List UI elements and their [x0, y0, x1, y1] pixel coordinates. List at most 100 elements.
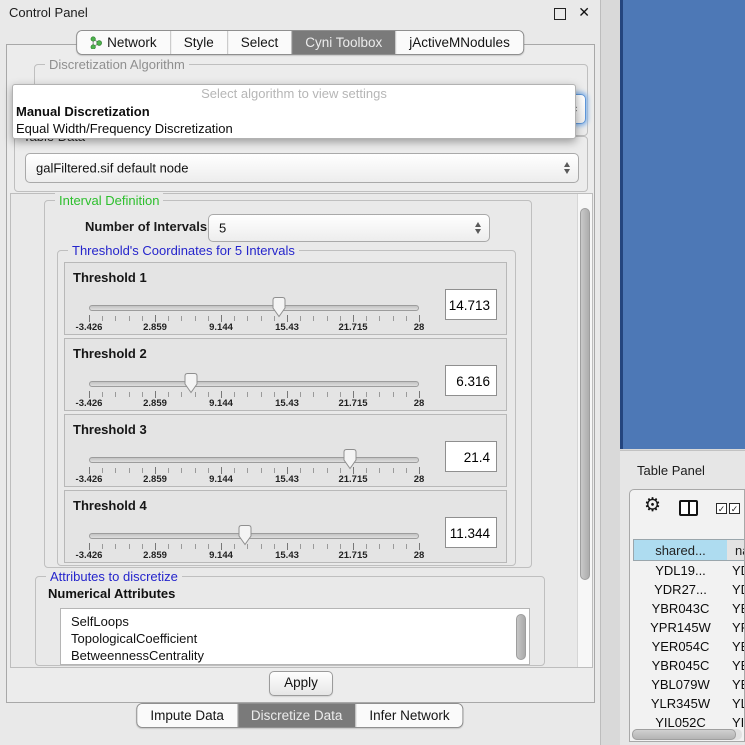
- table-settings-gear-icon[interactable]: ⚙: [644, 496, 661, 515]
- horizontal-scrollbar-thumb[interactable]: [632, 729, 736, 740]
- slider-tick: [406, 544, 407, 549]
- slider-tick: [313, 544, 314, 549]
- slider-tick-label: 21.715: [338, 550, 367, 561]
- table-panel-title: Table Panel: [637, 463, 705, 478]
- close-panel-icon[interactable]: ✕: [578, 4, 590, 21]
- control-panel: Control Panel ✕ NetworkStyleSelectCyni T…: [0, 0, 601, 745]
- table-data-group: Table Data galFiltered.sif default node: [14, 136, 588, 192]
- threshold-slider-track[interactable]: [89, 457, 419, 463]
- combo-stepper-icon: [475, 222, 481, 234]
- slider-tick-label: 2.859: [143, 474, 167, 485]
- vertical-scrollbar-track[interactable]: [577, 194, 592, 667]
- tab-jactivemnodules[interactable]: jActiveMNodules: [395, 31, 523, 54]
- cell-shared-name[interactable]: YDR27...: [633, 580, 728, 599]
- interval-definition-label: Interval Definition: [55, 193, 163, 208]
- threshold-slider-track[interactable]: [89, 381, 419, 387]
- apply-button[interactable]: Apply: [269, 671, 333, 696]
- threshold-value-field[interactable]: 6.316: [445, 365, 497, 396]
- select-columns-icon[interactable]: ✓: [716, 503, 727, 514]
- slider-tick-label: 15.43: [275, 398, 299, 409]
- tab-cyni-toolbox[interactable]: Cyni Toolbox: [291, 31, 395, 54]
- dropdown-item-equal-width[interactable]: Equal Width/Frequency Discretization: [13, 120, 575, 137]
- tab-label: Style: [184, 35, 214, 50]
- dropdown-prompt-item[interactable]: Select algorithm to view settings: [13, 85, 575, 103]
- tab-network[interactable]: Network: [77, 31, 170, 54]
- tab-discretize-data[interactable]: Discretize Data: [237, 704, 356, 727]
- horizontal-scrollbar-track[interactable]: [632, 729, 742, 740]
- threshold-value-field[interactable]: 11.344: [445, 517, 497, 548]
- slider-tick: [327, 316, 328, 321]
- column-header-name[interactable]: na: [727, 539, 745, 561]
- table-row[interactable]: YPR145W YPR1: [633, 618, 745, 637]
- tab-style[interactable]: Style: [170, 31, 227, 54]
- slider-tick: [195, 468, 196, 473]
- attribute-item[interactable]: TopologicalCoefficient: [61, 630, 529, 647]
- dropdown-item-manual-discretization[interactable]: Manual Discretization: [13, 103, 575, 120]
- cell-shared-name[interactable]: YBL079W: [633, 675, 728, 694]
- float-panel-icon[interactable]: [554, 8, 566, 20]
- cell-name[interactable]: YPR1: [732, 618, 745, 637]
- slider-tick: [261, 544, 262, 549]
- table-row[interactable]: YDL19... YDL1: [633, 561, 745, 580]
- cell-name[interactable]: YBR0: [732, 656, 745, 675]
- attribute-item[interactable]: SelfLoops: [61, 609, 529, 630]
- table-panel: Table Panel ⚙ ✓ ✓ shared...na YDL19...YD…: [620, 450, 745, 745]
- threshold-slider-thumb[interactable]: [183, 372, 199, 394]
- slider-tick: [406, 468, 407, 473]
- column-layout-icon[interactable]: [679, 500, 698, 516]
- cell-shared-name[interactable]: YBR045C: [633, 656, 728, 675]
- cell-name[interactable]: YBR0: [732, 599, 745, 618]
- slider-tick: [221, 391, 222, 398]
- tab-select[interactable]: Select: [227, 31, 292, 54]
- tab-impute-data[interactable]: Impute Data: [137, 704, 237, 727]
- cell-shared-name[interactable]: YPR145W: [633, 618, 728, 637]
- threshold-value-field[interactable]: 21.4: [445, 441, 497, 472]
- table-row[interactable]: YBR043C YBR0: [633, 599, 745, 618]
- slider-tick: [287, 391, 288, 398]
- cell-shared-name[interactable]: YBR043C: [633, 599, 728, 618]
- table-row[interactable]: YLR345W YLR3: [633, 694, 745, 713]
- cell-shared-name[interactable]: YLR345W: [633, 694, 728, 713]
- slider-tick-label: 21.715: [338, 322, 367, 333]
- attribute-item[interactable]: BetweennessCentrality: [61, 647, 529, 664]
- slider-tick: [234, 392, 235, 397]
- network-view-window: GAL80GAGAL11CGAL4GCY1HHAP2: [620, 0, 745, 449]
- numerical-attributes-list[interactable]: SelfLoopsTopologicalCoefficientBetweenne…: [60, 608, 530, 665]
- cell-name[interactable]: YER0: [732, 637, 745, 656]
- table-data-combobox[interactable]: galFiltered.sif default node: [25, 153, 579, 183]
- table-row[interactable]: YBL079W YBL0: [633, 675, 745, 694]
- cell-shared-name[interactable]: YDL19...: [633, 561, 728, 580]
- column-header-shared-name[interactable]: shared...: [633, 539, 728, 561]
- slider-tick: [155, 467, 156, 474]
- attributes-scrollbar-thumb[interactable]: [516, 614, 526, 660]
- threshold-value-field[interactable]: 14.713: [445, 289, 497, 320]
- slider-tick-label: 9.144: [209, 398, 233, 409]
- slider-tick: [221, 467, 222, 474]
- threshold-slider-thumb[interactable]: [342, 448, 358, 470]
- tab-infer-network[interactable]: Infer Network: [355, 704, 462, 727]
- slider-tick: [287, 543, 288, 550]
- threshold-slider-thumb[interactable]: [271, 296, 287, 318]
- threshold-slider-track[interactable]: [89, 533, 419, 539]
- slider-tick-label: 15.43: [275, 474, 299, 485]
- cell-name[interactable]: YDR2: [732, 580, 745, 599]
- table-row[interactable]: YER054C YER0: [633, 637, 745, 656]
- slider-tick: [274, 468, 275, 473]
- cell-name[interactable]: YLR3: [732, 694, 745, 713]
- number-of-intervals-combobox[interactable]: 5: [208, 214, 490, 242]
- slider-tick: [379, 544, 380, 549]
- cyni-mode-tabbar: Impute DataDiscretize DataInfer Network: [136, 703, 463, 728]
- select-all-columns-icon[interactable]: ✓: [729, 503, 740, 514]
- slider-tick-label: -3.426: [76, 474, 103, 485]
- slider-tick: [115, 316, 116, 321]
- number-of-intervals-label: Number of Intervals: [85, 219, 207, 234]
- vertical-scrollbar-thumb[interactable]: [580, 208, 590, 580]
- cell-shared-name[interactable]: YER054C: [633, 637, 728, 656]
- table-row[interactable]: YDR27... YDR2: [633, 580, 745, 599]
- cell-name[interactable]: YDL1: [732, 561, 745, 580]
- cell-name[interactable]: YBL0: [732, 675, 745, 694]
- table-row[interactable]: YBR045C YBR0: [633, 656, 745, 675]
- threshold-slider-thumb[interactable]: [237, 524, 253, 546]
- slider-tick: [129, 544, 130, 549]
- threshold-slider-track[interactable]: [89, 305, 419, 311]
